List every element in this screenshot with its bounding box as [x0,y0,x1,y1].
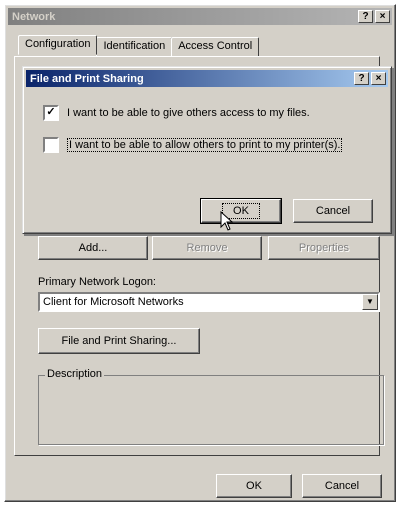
add-button-label: Add... [78,242,108,254]
properties-button-label: Properties [298,242,350,254]
file-print-sharing-dialog: File and Print Sharing ? × ✓ I want to b… [22,66,392,234]
dialog-close-button[interactable]: × [371,72,386,85]
window-title: Network [12,10,56,23]
dialog-title: File and Print Sharing [30,72,144,85]
help-button[interactable]: ? [358,10,373,23]
cancel-button-label: Cancel [324,480,360,492]
description-group: Description [38,368,384,445]
share-printers-label: I want to be able to allow others to pri… [67,138,343,152]
dialog-cancel-button[interactable]: Cancel [293,199,373,223]
share-files-label: I want to be able to give others access … [67,107,310,119]
cancel-button[interactable]: Cancel [302,474,382,498]
dialog-titlebar: File and Print Sharing ? × [26,70,388,87]
dialog-help-button[interactable]: ? [354,72,369,85]
mouse-pointer-icon [220,211,234,231]
primary-logon-value: Client for Microsoft Networks [43,296,184,308]
properties-button[interactable]: Properties [268,236,380,260]
dialog-ok-button[interactable]: OK [200,198,282,224]
share-files-checkbox[interactable]: ✓ [43,105,59,121]
share-printers-option[interactable]: I want to be able to allow others to pri… [43,137,343,153]
add-button[interactable]: Add... [38,236,148,260]
network-titlebar: Network ? × [8,8,392,25]
chevron-down-icon[interactable]: ▼ [362,294,378,310]
close-button[interactable]: × [375,10,390,23]
ok-button[interactable]: OK [216,474,292,498]
file-print-sharing-label: File and Print Sharing... [61,335,177,347]
remove-button[interactable]: Remove [152,236,262,260]
ok-button-label: OK [246,480,262,492]
tab-strip: Configuration Identification Access Cont… [18,35,260,57]
dialog-cancel-label: Cancel [315,205,351,217]
primary-logon-label: Primary Network Logon: [38,276,156,288]
share-printers-checkbox[interactable] [43,137,59,153]
description-label: Description [45,368,105,380]
tab-configuration[interactable]: Configuration [18,35,98,55]
primary-logon-select[interactable]: Client for Microsoft Networks ▼ [38,292,380,312]
tab-identification[interactable]: Identification [96,37,173,57]
share-files-option[interactable]: ✓ I want to be able to give others acces… [43,105,310,121]
remove-button-label: Remove [186,242,228,254]
file-print-sharing-button[interactable]: File and Print Sharing... [38,328,200,354]
tab-access-control[interactable]: Access Control [171,37,260,57]
